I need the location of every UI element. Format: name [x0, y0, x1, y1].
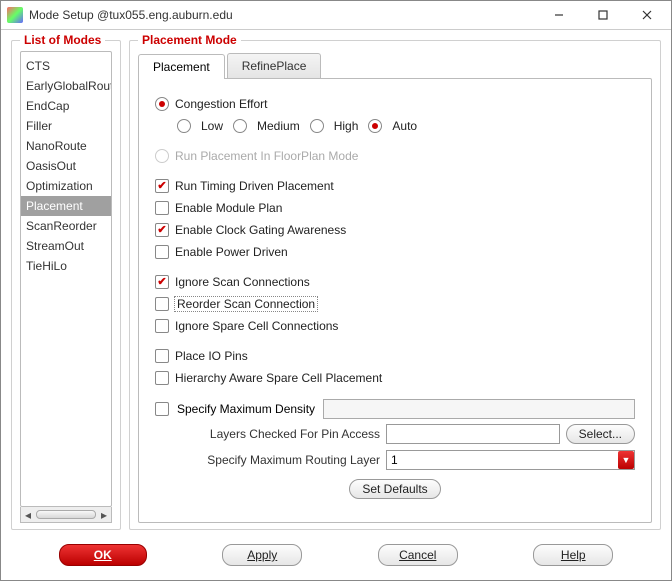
- list-item[interactable]: EndCap: [21, 96, 111, 116]
- reorder-scan-row: Reorder Scan Connection: [155, 293, 635, 315]
- reorder-scan-check[interactable]: [155, 297, 169, 311]
- congestion-options: Low Medium High Auto: [177, 115, 635, 137]
- congestion-effort-row: Congestion Effort: [155, 93, 635, 115]
- cancel-button[interactable]: Cancel: [378, 544, 458, 566]
- window: Mode Setup @tux055.eng.auburn.edu List o…: [0, 0, 672, 581]
- list-item[interactable]: ScanReorder: [21, 216, 111, 236]
- chevron-down-icon[interactable]: ▼: [618, 451, 634, 469]
- congestion-high-label: High: [334, 119, 359, 133]
- minimize-icon: [554, 10, 564, 20]
- tab-body-placement: Congestion Effort Low Medium High Auto R…: [138, 78, 652, 523]
- hierarchy-spare-label: Hierarchy Aware Spare Cell Placement: [175, 371, 382, 385]
- congestion-auto-radio[interactable]: [368, 119, 382, 133]
- footer-buttons: OK Apply Cancel Help: [1, 534, 671, 580]
- max-routing-layer-label: Specify Maximum Routing Layer: [175, 453, 380, 467]
- list-of-modes-panel: List of Modes CTSEarlyGlobalRouteEndCapF…: [11, 40, 121, 530]
- timing-driven-label: Run Timing Driven Placement: [175, 179, 334, 193]
- list-item[interactable]: TieHiLo: [21, 256, 111, 276]
- clock-gating-label: Enable Clock Gating Awareness: [175, 223, 346, 237]
- clock-gating-check[interactable]: [155, 223, 169, 237]
- placement-mode-panel: Placement Mode Placement RefinePlace Con…: [129, 40, 661, 530]
- ignore-spare-check[interactable]: [155, 319, 169, 333]
- floorplan-mode-label: Run Placement In FloorPlan Mode: [175, 149, 358, 163]
- floorplan-mode-row: Run Placement In FloorPlan Mode: [155, 145, 635, 167]
- close-button[interactable]: [625, 1, 669, 29]
- content: List of Modes CTSEarlyGlobalRouteEndCapF…: [1, 30, 671, 534]
- list-of-modes-legend: List of Modes: [20, 33, 105, 47]
- module-plan-label: Enable Module Plan: [175, 201, 282, 215]
- layers-checked-label: Layers Checked For Pin Access: [175, 427, 380, 441]
- max-density-check[interactable]: [155, 402, 169, 416]
- horizontal-scrollbar[interactable]: ◂ ▸: [20, 507, 112, 523]
- ignore-spare-row: Ignore Spare Cell Connections: [155, 315, 635, 337]
- floorplan-mode-radio: [155, 149, 169, 163]
- ok-button[interactable]: OK: [59, 544, 147, 566]
- tab-placement[interactable]: Placement: [138, 54, 225, 79]
- place-io-row: Place IO Pins: [155, 345, 635, 367]
- power-driven-label: Enable Power Driven: [175, 245, 288, 259]
- congestion-effort-label: Congestion Effort: [175, 97, 268, 111]
- congestion-low-label: Low: [201, 119, 223, 133]
- congestion-effort-radio[interactable]: [155, 97, 169, 111]
- scroll-right-icon[interactable]: ▸: [97, 508, 111, 522]
- ignore-scan-check[interactable]: [155, 275, 169, 289]
- ignore-scan-row: Ignore Scan Connections: [155, 271, 635, 293]
- list-item[interactable]: Placement: [21, 196, 111, 216]
- list-item[interactable]: OasisOut: [21, 156, 111, 176]
- help-button[interactable]: Help: [533, 544, 613, 566]
- module-plan-row: Enable Module Plan: [155, 197, 635, 219]
- scroll-thumb[interactable]: [36, 510, 96, 519]
- list-item[interactable]: NanoRoute: [21, 136, 111, 156]
- list-item[interactable]: CTS: [21, 56, 111, 76]
- max-routing-layer-combo[interactable]: [386, 450, 635, 470]
- maximize-icon: [598, 10, 608, 20]
- minimize-button[interactable]: [537, 1, 581, 29]
- scroll-left-icon[interactable]: ◂: [21, 508, 35, 522]
- layers-checked-input[interactable]: [386, 424, 560, 444]
- close-icon: [642, 10, 652, 20]
- mode-list[interactable]: CTSEarlyGlobalRouteEndCapFillerNanoRoute…: [20, 51, 112, 507]
- congestion-high-radio[interactable]: [310, 119, 324, 133]
- apply-button[interactable]: Apply: [222, 544, 302, 566]
- max-density-row: Specify Maximum Density: [155, 397, 635, 421]
- set-defaults-button[interactable]: Set Defaults: [349, 479, 440, 499]
- power-driven-check[interactable]: [155, 245, 169, 259]
- place-io-label: Place IO Pins: [175, 349, 248, 363]
- hierarchy-spare-row: Hierarchy Aware Spare Cell Placement: [155, 367, 635, 389]
- list-item[interactable]: StreamOut: [21, 236, 111, 256]
- congestion-auto-label: Auto: [392, 119, 417, 133]
- hierarchy-spare-check[interactable]: [155, 371, 169, 385]
- congestion-medium-label: Medium: [257, 119, 300, 133]
- layers-checked-row: Layers Checked For Pin Access Select...: [175, 421, 635, 447]
- congestion-low-radio[interactable]: [177, 119, 191, 133]
- tab-refineplace[interactable]: RefinePlace: [227, 53, 322, 78]
- congestion-medium-radio[interactable]: [233, 119, 247, 133]
- max-density-label: Specify Maximum Density: [177, 402, 315, 416]
- place-io-check[interactable]: [155, 349, 169, 363]
- clock-gating-row: Enable Clock Gating Awareness: [155, 219, 635, 241]
- module-plan-check[interactable]: [155, 201, 169, 215]
- list-item[interactable]: EarlyGlobalRoute: [21, 76, 111, 96]
- timing-driven-row: Run Timing Driven Placement: [155, 175, 635, 197]
- app-icon: [7, 7, 23, 23]
- list-item[interactable]: Optimization: [21, 176, 111, 196]
- max-density-input[interactable]: [323, 399, 635, 419]
- layers-select-button[interactable]: Select...: [566, 424, 635, 444]
- list-item[interactable]: Filler: [21, 116, 111, 136]
- ignore-spare-label: Ignore Spare Cell Connections: [175, 319, 338, 333]
- reorder-scan-label: Reorder Scan Connection: [175, 297, 317, 311]
- max-routing-layer-row: Specify Maximum Routing Layer ▼: [175, 447, 635, 473]
- window-title: Mode Setup @tux055.eng.auburn.edu: [29, 8, 537, 22]
- timing-driven-check[interactable]: [155, 179, 169, 193]
- ignore-scan-label: Ignore Scan Connections: [175, 275, 310, 289]
- power-driven-row: Enable Power Driven: [155, 241, 635, 263]
- placement-mode-legend: Placement Mode: [138, 33, 241, 47]
- titlebar: Mode Setup @tux055.eng.auburn.edu: [1, 1, 671, 30]
- tabs: Placement RefinePlace: [138, 53, 652, 78]
- maximize-button[interactable]: [581, 1, 625, 29]
